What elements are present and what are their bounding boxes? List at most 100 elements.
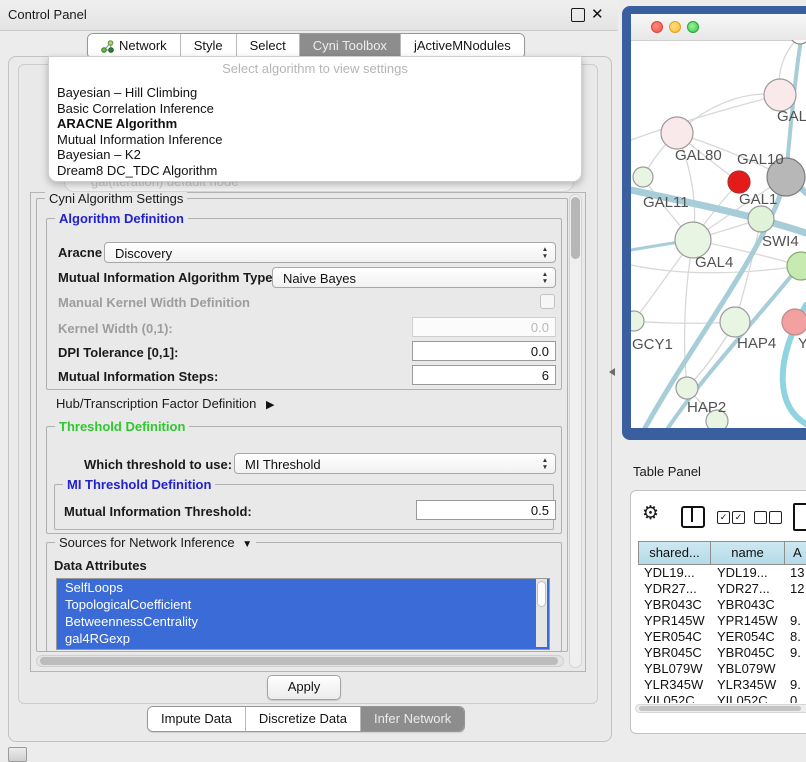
- network-node-gcy1[interactable]: [631, 311, 644, 331]
- table-row[interactable]: YDL19...YDL19...13: [638, 565, 806, 581]
- table-cell: YLR345W: [711, 677, 785, 693]
- close-traffic-light-icon[interactable]: [651, 21, 663, 33]
- attributes-scrollbar-thumb[interactable]: [537, 581, 546, 607]
- float-panel-icon[interactable]: [571, 8, 585, 22]
- algorithm-option-aracne-algorithm[interactable]: ARACNE Algorithm: [49, 116, 581, 132]
- network-node-gal1[interactable]: [748, 206, 774, 232]
- dpi-tolerance-field[interactable]: 0.0: [412, 341, 556, 361]
- table-cell: 9.: [785, 613, 806, 629]
- data-attribute-option-selfloops[interactable]: SelfLoops: [57, 579, 549, 596]
- network-node-gal11[interactable]: [633, 167, 653, 187]
- settings-hscroll-thumb[interactable]: [40, 657, 558, 665]
- split-columns-icon[interactable]: [681, 506, 705, 528]
- column-header-a[interactable]: A: [785, 541, 806, 565]
- algorithm-option-bayesian-hill-climbing[interactable]: Bayesian – Hill Climbing: [49, 85, 581, 101]
- table-cell: YDR27...: [711, 581, 785, 597]
- tab-impute-data[interactable]: Impute Data: [148, 707, 245, 731]
- network-node-gal4[interactable]: [675, 222, 711, 258]
- table-cell: YDR27...: [638, 581, 711, 597]
- table-hscroll-thumb[interactable]: [639, 706, 801, 711]
- data-attribute-option-betweennesscentrality[interactable]: BetweennessCentrality: [57, 613, 549, 630]
- table-cell: YBR045C: [711, 645, 785, 661]
- table-cell: YPR145W: [638, 613, 711, 629]
- sources-legend-label: Sources for Network Inference: [59, 535, 235, 550]
- combo-spinner-icon: ▲▼: [540, 457, 550, 471]
- tab-select[interactable]: Select: [236, 34, 299, 58]
- gear-icon[interactable]: ⚙: [642, 501, 659, 527]
- network-node[interactable]: [728, 171, 750, 193]
- table-cell: 8.: [785, 629, 806, 645]
- aracne-mode-select[interactable]: Discovery ▲▼: [104, 242, 556, 263]
- table-row[interactable]: YBR045CYBR045C9.: [638, 645, 806, 661]
- table-cell: YBR043C: [638, 597, 711, 613]
- manual-kernel-checkbox[interactable]: [540, 294, 555, 309]
- network-node-hap2[interactable]: [676, 377, 698, 399]
- table-row[interactable]: YBL079WYBL079W: [638, 661, 806, 677]
- select-all-checkbox-icon[interactable]: ✓: [732, 511, 745, 524]
- table-cell: YBR043C: [711, 597, 785, 613]
- which-threshold-select[interactable]: MI Threshold ▲▼: [234, 453, 556, 474]
- export-table-icon[interactable]: [793, 503, 806, 531]
- kernel-width-field[interactable]: 0.0: [412, 317, 556, 337]
- panel-collapse-arrow-icon[interactable]: [609, 368, 615, 376]
- close-icon[interactable]: ✕: [591, 5, 604, 25]
- table-row[interactable]: YIL052CYIL052C0.: [638, 693, 806, 703]
- table-row[interactable]: YPR145WYPR145W9.: [638, 613, 806, 629]
- table-row[interactable]: YBR043CYBR043C: [638, 597, 806, 613]
- table-body: YDL19...YDL19...13YDR27...YDR27...12YBR0…: [638, 565, 806, 703]
- deselect-all-checkbox-icon[interactable]: [754, 511, 767, 524]
- tab-discretize-data[interactable]: Discretize Data: [245, 707, 360, 731]
- tab-jactivemnodules[interactable]: jActiveMNodules: [400, 34, 524, 58]
- data-attribute-option-topologicalcoefficient[interactable]: TopologicalCoefficient: [57, 596, 549, 613]
- table-row[interactable]: YER054CYER054C8.: [638, 629, 806, 645]
- tab-infer-network[interactable]: Infer Network: [360, 707, 464, 731]
- table-row[interactable]: YDR27...YDR27...12: [638, 581, 806, 597]
- table-row[interactable]: YLR345WYLR345W9.: [638, 677, 806, 693]
- apply-button[interactable]: Apply: [267, 675, 341, 700]
- tab-cyni-toolbox[interactable]: Cyni Toolbox: [299, 34, 400, 58]
- table-horizontal-scrollbar[interactable]: [635, 704, 806, 713]
- deselect-all-checkbox-icon[interactable]: [769, 511, 782, 524]
- network-node-gal80[interactable]: [661, 117, 693, 149]
- hub-definition-toggle[interactable]: Hub/Transcription Factor Definition ▶: [56, 396, 274, 411]
- settings-vertical-scrollbar[interactable]: [569, 194, 582, 668]
- settings-vscroll-thumb[interactable]: [571, 197, 580, 259]
- table-cell: 12: [785, 581, 806, 597]
- node-label-gal80: GAL80: [675, 147, 722, 164]
- algorithm-dropdown: Select algorithm to view settings Bayesi…: [48, 56, 582, 182]
- tab-network[interactable]: Network: [88, 34, 180, 58]
- select-all-checkbox-icon[interactable]: ✓: [717, 511, 730, 524]
- algorithm-option-basic-correlation-inference[interactable]: Basic Correlation Inference: [49, 101, 581, 117]
- algorithm-option-mutual-information-inference[interactable]: Mutual Information Inference: [49, 132, 581, 148]
- node-label-gal1: GAL1: [739, 191, 777, 208]
- mi-threshold-field[interactable]: 0.5: [416, 500, 556, 520]
- mi-steps-field[interactable]: 6: [412, 365, 556, 385]
- data-attributes-list[interactable]: SelfLoopsTopologicalCoefficientBetweenne…: [56, 578, 550, 650]
- network-canvas[interactable]: GALGAL80GAL10GAL11GAL1SWI4GAL4GCY1HAP4YH…: [631, 40, 806, 428]
- mi-steps-label: Mutual Information Steps:: [58, 369, 218, 384]
- mi-threshold-label: Mutual Information Threshold:: [64, 504, 252, 519]
- node-label-gal4: GAL4: [695, 254, 733, 271]
- network-node-gal[interactable]: [764, 79, 796, 111]
- network-node-y[interactable]: [782, 309, 806, 335]
- table-cell: 9.: [785, 677, 806, 693]
- network-node-hap4[interactable]: [720, 307, 750, 337]
- algorithm-option-dream8-dc-tdc-algorithm[interactable]: Dream8 DC_TDC Algorithm: [49, 163, 581, 179]
- algorithm-option-bayesian-k2[interactable]: Bayesian – K2: [49, 147, 581, 163]
- table-cell: YER054C: [711, 629, 785, 645]
- threshold-definition-legend: Threshold Definition: [55, 419, 189, 434]
- minimize-traffic-light-icon[interactable]: [669, 21, 681, 33]
- table-panel-title: Table Panel: [633, 464, 701, 479]
- tab-style[interactable]: Style: [180, 34, 236, 58]
- sources-legend[interactable]: Sources for Network Inference ▼: [55, 535, 256, 550]
- column-header-shared[interactable]: shared...: [638, 541, 711, 565]
- network-window-titlebar[interactable]: [631, 14, 806, 41]
- dock-icon[interactable]: [8, 747, 27, 762]
- data-attribute-option-gal4rgexp[interactable]: gal4RGexp: [57, 630, 549, 647]
- mi-type-select[interactable]: Naive Bayes ▲▼: [272, 267, 556, 288]
- column-header-name[interactable]: name: [711, 541, 785, 565]
- settings-horizontal-scrollbar[interactable]: [36, 655, 564, 667]
- attributes-scrollbar[interactable]: [536, 579, 547, 647]
- zoom-traffic-light-icon[interactable]: [687, 21, 699, 33]
- table-cell: 0.: [785, 693, 806, 703]
